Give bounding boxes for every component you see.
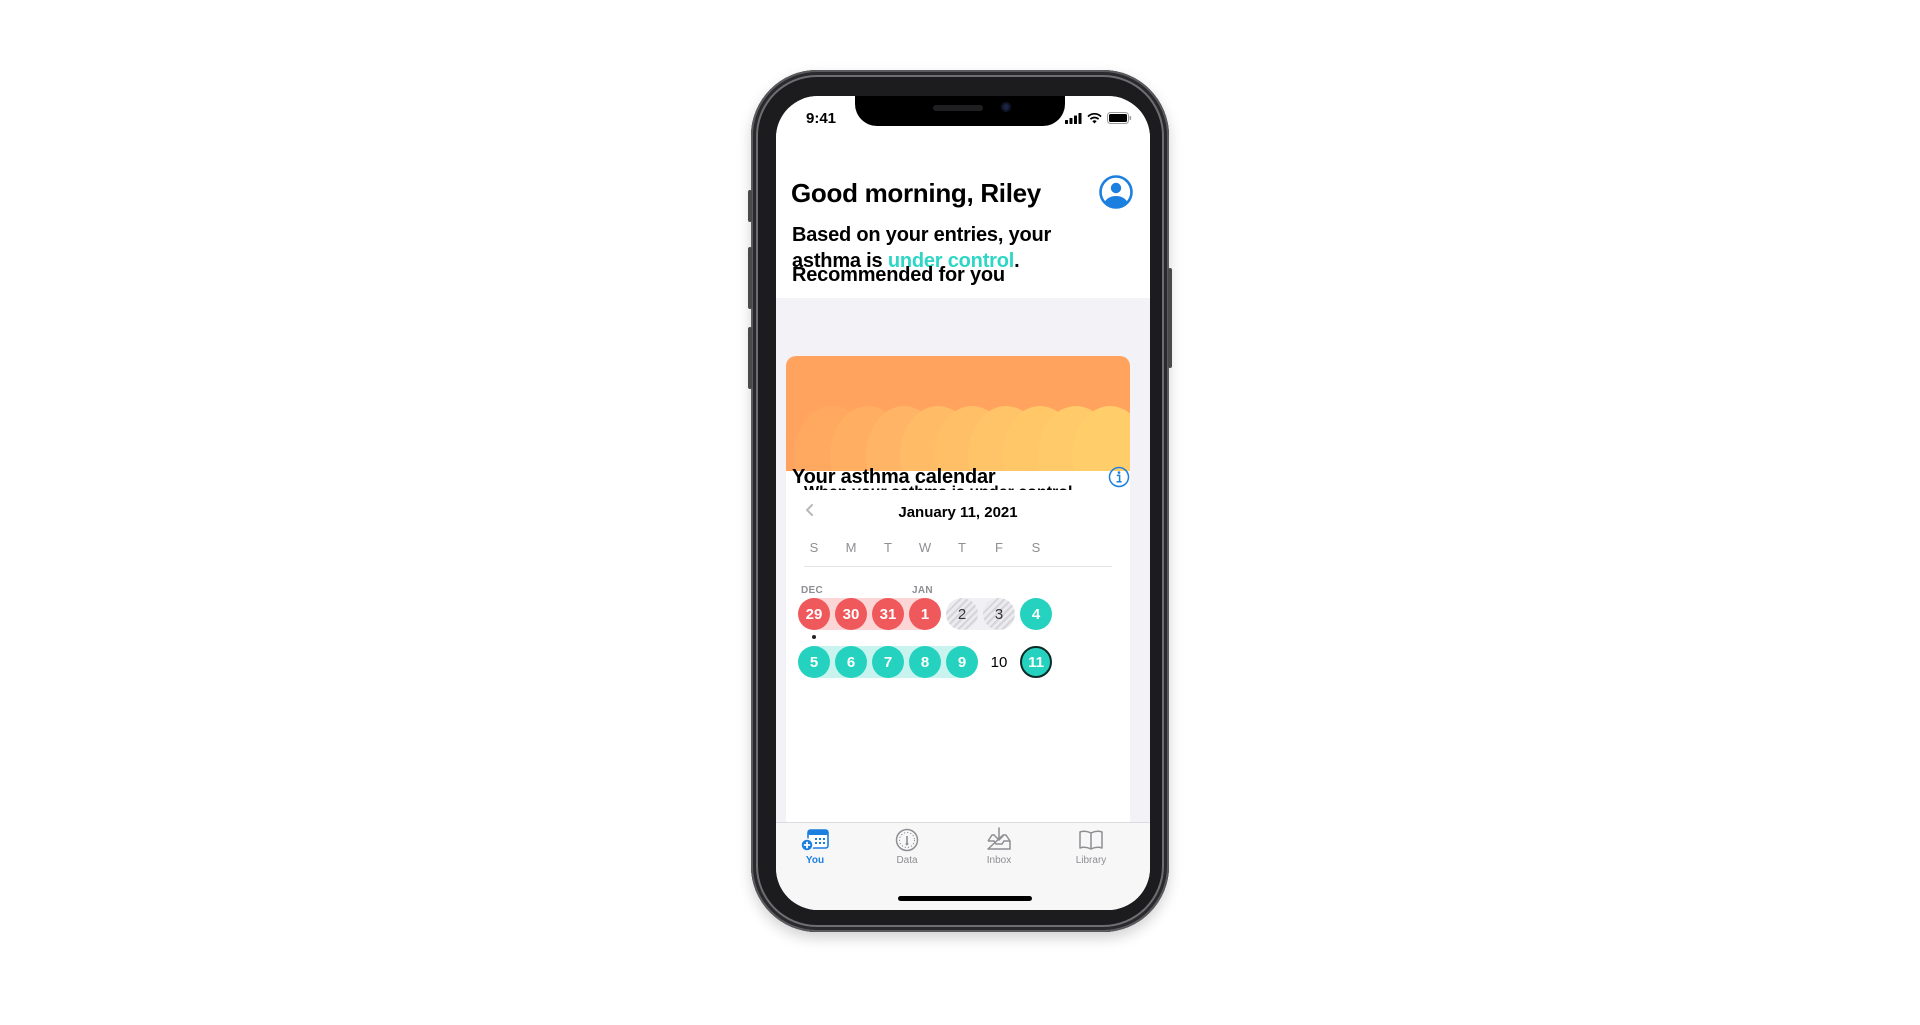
weekday-label: M: [845, 540, 857, 555]
calendar-day[interactable]: 31: [872, 598, 904, 630]
notch: [855, 96, 1065, 126]
weekday-label: W: [918, 540, 932, 555]
calendar-day[interactable]: 3: [983, 598, 1015, 630]
speaker: [933, 105, 983, 111]
wifi-icon: [1087, 112, 1102, 123]
silent-switch: [748, 190, 752, 222]
divider: [804, 566, 1112, 567]
calendar-day[interactable]: 5: [798, 646, 830, 678]
greeting-title: Good morning, Riley: [791, 178, 1041, 208]
calendar-day[interactable]: 2: [946, 598, 978, 630]
tab-bar: You Data Inbox Library: [776, 822, 1150, 910]
calendar-date: January 11, 2021: [898, 504, 1018, 521]
person-circle-icon: [1099, 175, 1133, 209]
info-circle-icon: [1108, 466, 1130, 488]
calendar-day[interactable]: 4: [1020, 598, 1052, 630]
calendar-day[interactable]: 7: [872, 646, 904, 678]
cellular-signal-icon: [1065, 112, 1082, 124]
weekday-label: S: [1031, 540, 1041, 555]
calendar-day-today[interactable]: 11: [1020, 646, 1052, 678]
tab-inbox-label: Inbox: [986, 855, 1012, 866]
summary-period: .: [1014, 250, 1020, 272]
tab-data-label: Data: [896, 855, 918, 866]
month-label: JAN: [912, 585, 933, 596]
tab-inbox[interactable]: Inbox: [964, 827, 1034, 866]
calendar-add-icon: [800, 829, 829, 852]
calendar-day[interactable]: 1: [909, 598, 941, 630]
calendar-day[interactable]: 6: [835, 646, 867, 678]
volume-up-button: [748, 247, 752, 309]
home-indicator: [898, 896, 1032, 901]
status-time: 9:41: [806, 110, 837, 127]
calendar-info-button[interactable]: [1108, 466, 1130, 488]
front-camera: [1001, 102, 1011, 112]
status-icons: [1065, 112, 1132, 124]
calendar-day[interactable]: 30: [835, 598, 867, 630]
calendar-card: January 11, 2021 SMTWTFS DEC JAN 29 30 31 1 2 3…: [786, 490, 1130, 830]
phone-screen: Good morning, Riley Based on your entrie…: [776, 96, 1150, 910]
calendar-day[interactable]: 8: [909, 646, 941, 678]
weekday-label: F: [995, 540, 1003, 555]
gauge-icon: [895, 828, 919, 852]
battery-icon: [1107, 112, 1132, 124]
profile-button[interactable]: [1098, 174, 1134, 210]
weekday-label: S: [809, 540, 819, 555]
inbox-download-icon: [987, 827, 1011, 850]
tab-you[interactable]: You: [780, 827, 850, 866]
tab-data[interactable]: Data: [872, 827, 942, 866]
entry-dot: [812, 635, 816, 639]
tab-library-label: Library: [1075, 855, 1107, 866]
calendar-day[interactable]: 10: [983, 646, 1015, 678]
weekday-label: T: [958, 540, 966, 555]
book-icon: [1079, 830, 1103, 850]
volume-down-button: [748, 327, 752, 389]
power-button: [1168, 268, 1172, 368]
month-label: DEC: [801, 585, 824, 596]
card-illustration: [786, 356, 1130, 471]
calendar-day[interactable]: 9: [946, 646, 978, 678]
calendar-day[interactable]: 29: [798, 598, 830, 630]
weekday-label: T: [884, 540, 892, 555]
tab-you-label: You: [805, 855, 825, 866]
calendar-title: Your asthma calendar: [792, 466, 996, 488]
recommended-title: Recommended for you: [792, 264, 1005, 286]
tab-library[interactable]: Library: [1056, 827, 1126, 866]
